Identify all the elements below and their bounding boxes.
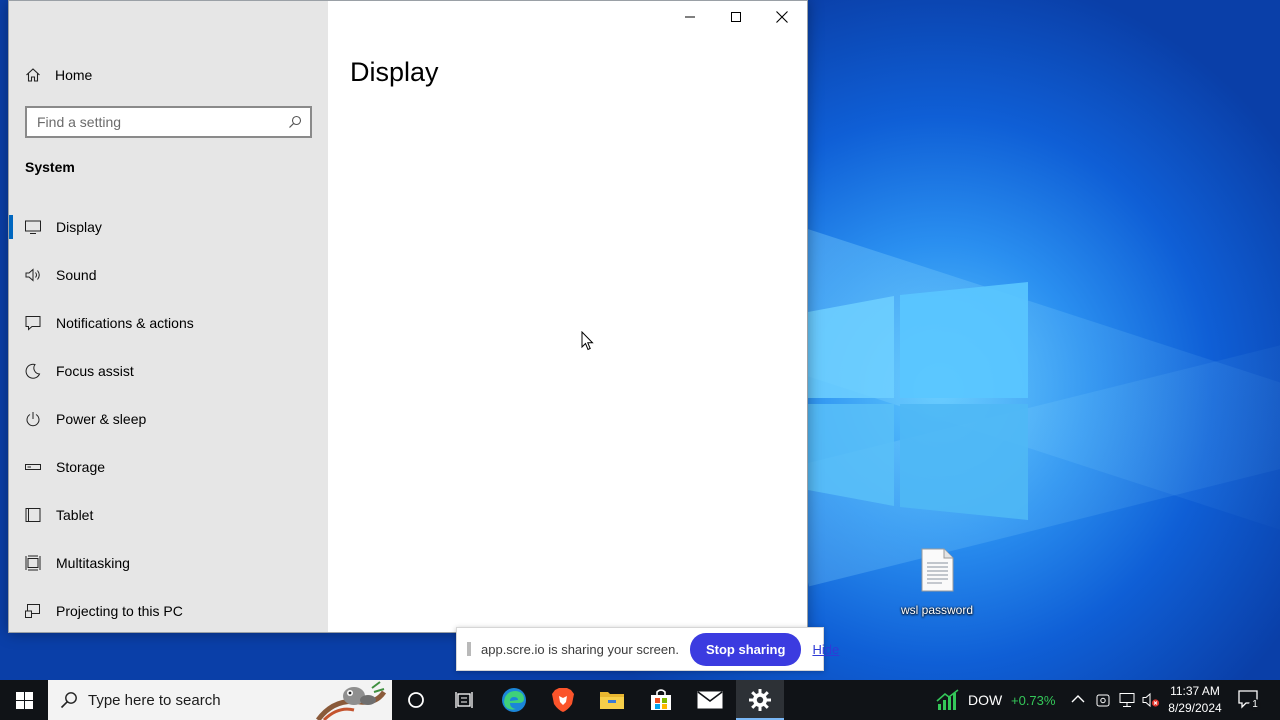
edge-button[interactable] <box>490 680 538 720</box>
settings-window: Home System Display <box>8 0 808 633</box>
mail-icon <box>697 691 723 709</box>
clock-time: 11:37 AM <box>1170 684 1220 698</box>
power-icon <box>25 411 41 427</box>
search-highlight-illustration <box>315 681 386 720</box>
sidebar-item-label: Projecting to this PC <box>56 603 183 619</box>
minimize-button[interactable] <box>667 1 713 33</box>
sidebar-item-projecting[interactable]: Projecting to this PC <box>9 587 328 635</box>
sidebar-item-label: Tablet <box>56 507 94 523</box>
brave-button[interactable] <box>539 680 587 720</box>
settings-sidebar: Home System Display <box>9 1 328 632</box>
drag-handle-icon[interactable] <box>467 642 471 656</box>
start-button[interactable] <box>0 680 48 720</box>
meet-now-icon[interactable] <box>1095 692 1111 708</box>
sidebar-item-label: Power & sleep <box>56 411 147 427</box>
action-center-button[interactable]: 1 <box>1238 689 1261 711</box>
page-title: Display <box>350 57 439 87</box>
file-explorer-button[interactable] <box>588 680 636 720</box>
close-icon <box>776 11 788 23</box>
clock-date: 8/29/2024 <box>1168 701 1222 715</box>
search-icon[interactable] <box>284 115 306 129</box>
sidebar-item-label: Display <box>56 219 102 235</box>
brave-icon <box>552 688 574 712</box>
text-file-icon <box>921 548 954 592</box>
mouse-cursor-icon <box>581 331 594 351</box>
task-view-icon <box>455 692 473 708</box>
stop-sharing-button[interactable]: Stop sharing <box>689 632 802 666</box>
sidebar-item-label: Multitasking <box>56 555 130 571</box>
volume-muted-icon[interactable] <box>1142 692 1160 708</box>
cortana-icon <box>408 692 424 708</box>
stock-chart-icon[interactable] <box>936 689 960 711</box>
home-icon <box>26 68 40 82</box>
sidebar-item-focus-assist[interactable]: Focus assist <box>9 347 328 395</box>
settings-content: Display <box>328 1 807 632</box>
storage-icon <box>25 459 41 475</box>
sidebar-item-tablet[interactable]: Tablet <box>9 491 328 539</box>
monitor-icon <box>25 219 41 235</box>
sidebar-item-multitasking[interactable]: Multitasking <box>9 539 328 587</box>
screen-share-bar: app.scre.io is sharing your screen. Stop… <box>456 627 839 671</box>
taskbar-search-placeholder: Type here to search <box>88 691 221 709</box>
home-label: Home <box>55 67 93 83</box>
notification-count-badge: 1 <box>1249 699 1261 711</box>
cortana-button[interactable] <box>392 680 440 720</box>
sidebar-item-display[interactable]: Display <box>9 203 328 251</box>
sidebar-item-sound[interactable]: Sound <box>9 251 328 299</box>
stock-ticker[interactable]: DOW <box>968 692 1002 708</box>
file-explorer-icon <box>600 692 624 709</box>
taskbar: Type here to search DOW +0.73% 11:37 AM … <box>0 680 1280 720</box>
store-button[interactable] <box>637 680 685 720</box>
chevron-up-icon[interactable] <box>1071 694 1085 704</box>
multitasking-icon <box>25 555 41 571</box>
share-message: app.scre.io is sharing your screen. <box>481 641 679 657</box>
sidebar-item-label: Sound <box>56 267 97 283</box>
settings-taskbar-button[interactable] <box>736 680 784 720</box>
windows-logo-wallpaper <box>808 282 1028 520</box>
edge-icon <box>502 688 526 712</box>
windows-start-icon <box>15 691 33 709</box>
message-icon <box>25 315 41 331</box>
system-clock[interactable]: 11:37 AM 8/29/2024 <box>1162 683 1228 717</box>
sidebar-item-power-sleep[interactable]: Power & sleep <box>9 395 328 443</box>
sidebar-item-storage[interactable]: Storage <box>9 443 328 491</box>
taskbar-search-box[interactable]: Type here to search <box>48 680 392 720</box>
mail-button[interactable] <box>686 680 734 720</box>
desktop-icon-wsl-password[interactable]: wsl password <box>896 548 978 617</box>
speaker-icon <box>25 267 41 283</box>
sidebar-item-notifications[interactable]: Notifications & actions <box>9 299 328 347</box>
stock-change: +0.73% <box>1011 693 1056 708</box>
sidebar-item-label: Focus assist <box>56 363 134 379</box>
sidebar-item-label: Storage <box>56 459 106 475</box>
projector-icon <box>25 603 41 619</box>
settings-icon <box>749 689 771 711</box>
sidebar-item-label: Notifications & actions <box>56 315 194 331</box>
find-setting-search[interactable] <box>25 106 312 138</box>
desktop-icon-label: wsl password <box>900 603 974 617</box>
section-title: System <box>25 159 75 175</box>
search-icon <box>60 692 77 709</box>
hide-link[interactable]: Hide <box>812 642 839 657</box>
maximize-button[interactable] <box>713 1 759 33</box>
store-icon <box>651 689 671 710</box>
moon-icon <box>25 363 41 379</box>
close-button[interactable] <box>759 1 805 33</box>
minimize-icon <box>685 16 695 18</box>
home-link[interactable]: Home <box>25 63 92 87</box>
system-nav-list: Display Sound Notifications & actions Fo… <box>9 203 328 635</box>
network-icon[interactable] <box>1119 692 1135 708</box>
tablet-icon <box>25 507 41 523</box>
maximize-icon <box>731 12 741 22</box>
task-view-button[interactable] <box>440 680 488 720</box>
find-setting-input[interactable] <box>27 108 284 136</box>
